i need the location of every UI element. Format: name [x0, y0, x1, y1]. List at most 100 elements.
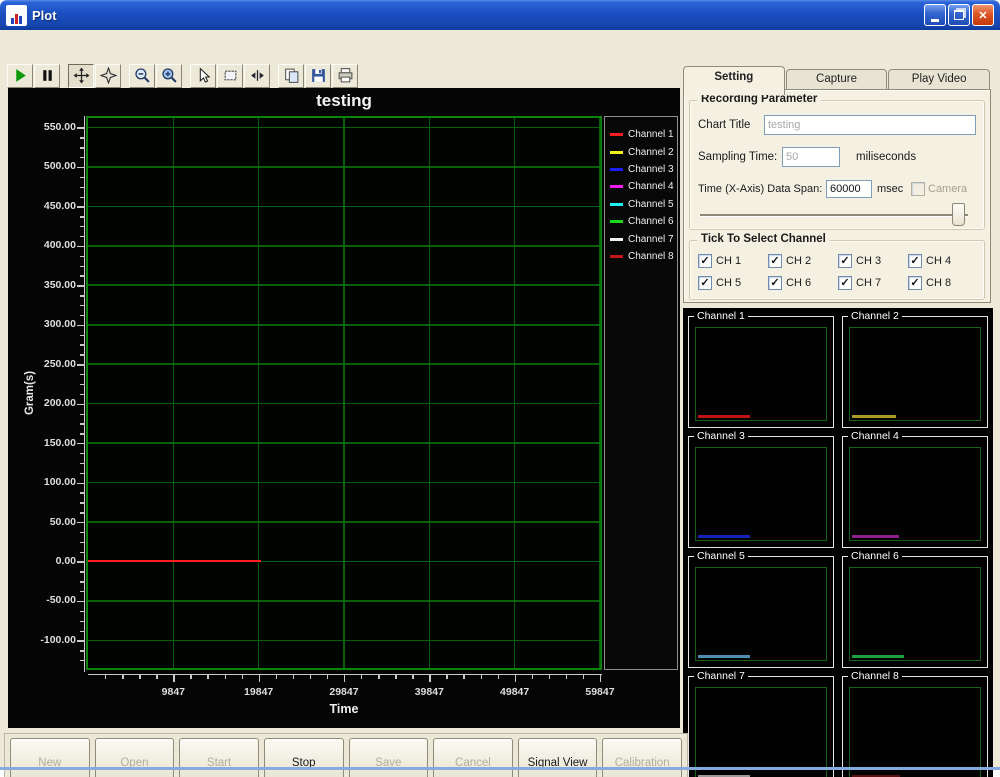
minimize-button[interactable] [924, 4, 946, 26]
pause-button[interactable] [34, 64, 60, 88]
checkbox-ch-5[interactable]: CH 5 [698, 275, 741, 291]
minimize-icon [931, 19, 939, 22]
y-tick [77, 522, 84, 523]
print-icon [337, 67, 354, 84]
y-minor-tick [80, 354, 84, 355]
span-slider-thumb[interactable] [952, 203, 965, 226]
y-minor-tick [80, 650, 84, 651]
gridline-x [429, 118, 431, 668]
legend-item: Channel 3 [605, 161, 677, 178]
y-minor-tick [80, 591, 84, 592]
close-button[interactable]: ✕ [972, 4, 994, 26]
y-minor-tick [80, 216, 84, 217]
copy-button[interactable] [278, 64, 304, 88]
y-minor-tick [80, 275, 84, 276]
checkbox-label: CH 3 [856, 255, 881, 267]
y-minor-tick [80, 414, 84, 415]
checkbox-ch-3[interactable]: CH 3 [838, 253, 881, 269]
y-minor-tick [80, 473, 84, 474]
signal-view-button[interactable]: Signal View [518, 738, 598, 777]
preview-plot [695, 447, 827, 541]
chart-title-input[interactable] [764, 115, 976, 135]
y-tick-label: 400.00 [24, 239, 76, 251]
x-tick [259, 675, 260, 682]
tab-setting[interactable]: Setting [683, 66, 785, 95]
channel-checkbox-grid: CH 1 CH 2 CH 3 CH 4 CH 5 CH 6 CH 7 CH 8 [698, 253, 978, 297]
y-tick-label: -100.00 [24, 634, 76, 646]
x-minor-tick [532, 675, 533, 679]
start-button[interactable]: Start [179, 738, 259, 777]
x-tick-label: 19847 [227, 686, 291, 698]
zoom-area-button[interactable] [95, 64, 121, 88]
x-minor-tick [566, 675, 567, 679]
plot-area[interactable] [88, 118, 600, 668]
open-button[interactable]: Open [95, 738, 175, 777]
new-button[interactable]: New [10, 738, 90, 777]
window-body: testing Gram(s) Channel 1Channel 2Channe… [0, 30, 1000, 767]
checkbox-ch-8[interactable]: CH 8 [908, 275, 951, 291]
checkbox-box [698, 254, 712, 268]
calibration-button[interactable]: Calibration [602, 738, 682, 777]
checkbox-ch-2[interactable]: CH 2 [768, 253, 811, 269]
pan-button[interactable] [68, 64, 94, 88]
y-tick-label: 450.00 [24, 200, 76, 212]
legend-label: Channel 7 [628, 234, 674, 245]
legend-label: Channel 8 [628, 251, 674, 262]
save-button[interactable] [305, 64, 331, 88]
preview-plot [849, 327, 981, 421]
y-tick [77, 246, 84, 247]
save-button[interactable]: Save [349, 738, 429, 777]
preview-plot [849, 687, 981, 777]
checkbox-ch-7[interactable]: CH 7 [838, 275, 881, 291]
star-zoom-icon [100, 67, 117, 84]
legend-color-dash [610, 133, 623, 136]
y-minor-tick [80, 394, 84, 395]
x-minor-tick [446, 675, 447, 679]
x-tick-label: 59847 [568, 686, 632, 698]
y-minor-tick [80, 157, 84, 158]
preview-line [852, 415, 896, 418]
play-button[interactable] [7, 64, 33, 88]
y-minor-tick [80, 453, 84, 454]
restore-button[interactable] [948, 4, 970, 26]
checkbox-label: CH 1 [716, 255, 741, 267]
preview-plot [849, 447, 981, 541]
zoom-out-button[interactable] [129, 64, 155, 88]
y-minor-tick [80, 305, 84, 306]
preview-label: Channel 5 [694, 550, 748, 562]
x-tick-label: 9847 [141, 686, 205, 698]
checkbox-ch-6[interactable]: CH 6 [768, 275, 811, 291]
zoom-in-button[interactable] [156, 64, 182, 88]
gridline-x [599, 118, 601, 668]
cursor-button[interactable] [190, 64, 216, 88]
preview-plot [695, 687, 827, 777]
data-span-input[interactable] [826, 180, 872, 198]
x-minor-tick [378, 675, 379, 679]
camera-label: Camera [928, 183, 967, 195]
span-slider-track[interactable] [700, 214, 968, 216]
preview-label: Channel 2 [848, 310, 902, 322]
preview-plot [695, 567, 827, 661]
x-tick [173, 675, 174, 682]
select-rect-button[interactable] [217, 64, 243, 88]
app-window: Plot ✕ testing Gram(s) Channel 1Channel … [0, 0, 1000, 777]
stop-button[interactable]: Stop [264, 738, 344, 777]
legend-color-dash [610, 203, 623, 206]
checkbox-box [908, 276, 922, 290]
checkbox-ch-1[interactable]: CH 1 [698, 253, 741, 269]
print-button[interactable] [332, 64, 358, 88]
window-bottom-edge [0, 767, 1000, 770]
sampling-time-input[interactable] [782, 147, 840, 167]
checkbox-ch-4[interactable]: CH 4 [908, 253, 951, 269]
chart-area: testing Gram(s) Channel 1Channel 2Channe… [8, 88, 680, 728]
y-tick-label: 100.00 [24, 476, 76, 488]
marker-icon [249, 67, 266, 84]
y-tick-label: 250.00 [24, 358, 76, 370]
marker-button[interactable] [244, 64, 270, 88]
y-minor-tick [80, 226, 84, 227]
x-minor-tick [105, 675, 106, 679]
cancel-button[interactable]: Cancel [433, 738, 513, 777]
camera-checkbox[interactable] [911, 182, 925, 196]
zoom-out-icon [134, 67, 151, 84]
channel-select-title: Tick To Select Channel [697, 233, 830, 245]
